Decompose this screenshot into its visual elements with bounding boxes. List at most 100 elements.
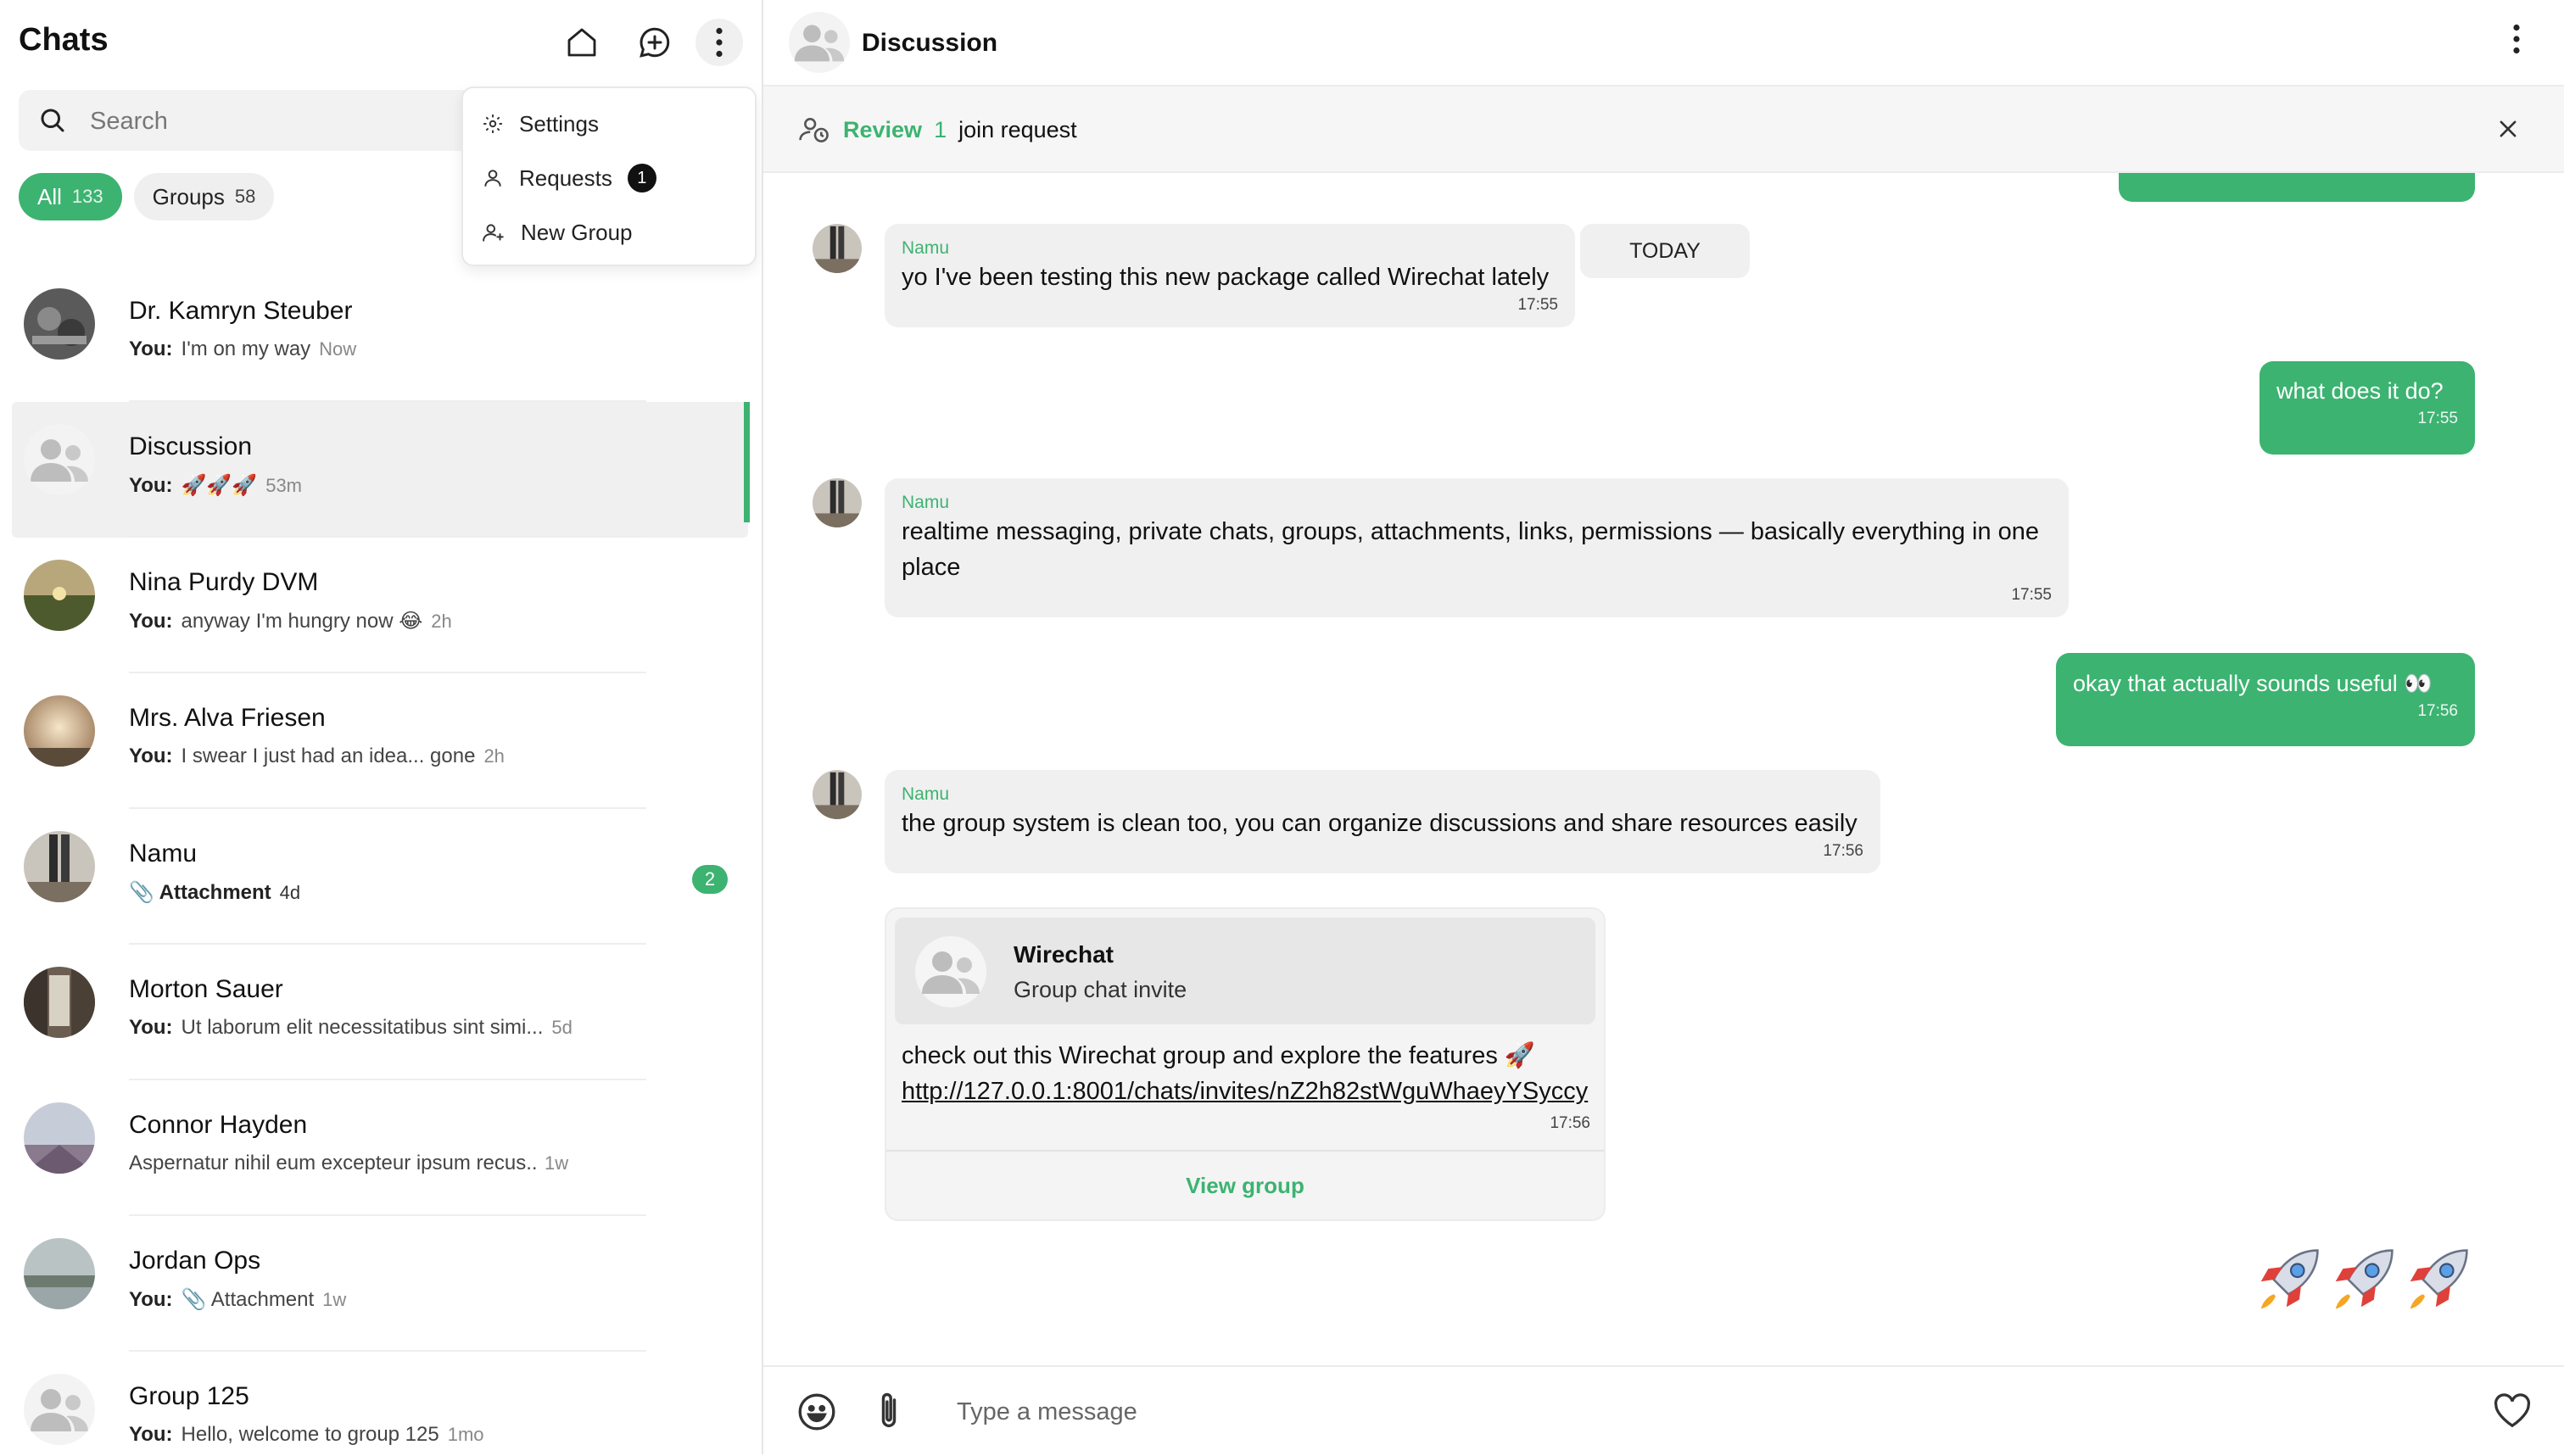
chat-item-connor-hayden[interactable]: Connor Hayden Aspernatur nihil eum excep… xyxy=(12,1080,748,1216)
chat-preview-line: You: 📎 Attachment 1w xyxy=(129,1287,604,1312)
smiley-icon xyxy=(798,1393,835,1431)
kebab-icon xyxy=(2513,24,2520,54)
chat-item-group-125[interactable]: Group 125 You: Hello, welcome to group 1… xyxy=(12,1352,748,1454)
chat-item-nina-purdy-dvm[interactable]: Nina Purdy DVM You: anyway I'm hungry no… xyxy=(12,538,748,673)
message-input[interactable] xyxy=(955,1387,2315,1436)
chat-time: 2h xyxy=(431,610,452,632)
you-label: You: xyxy=(129,1287,173,1311)
avatar xyxy=(24,1238,95,1309)
group-icon xyxy=(794,25,845,62)
message-text: yo I've been testing this new package ca… xyxy=(902,264,1550,291)
conversation-panel: Discussion Review 1 join request Namu yo… xyxy=(763,0,2564,1456)
menu-item-new-group[interactable]: New Group xyxy=(482,209,633,256)
chat-item-morton-sauer[interactable]: Morton Sauer You: Ut laborum elit necess… xyxy=(12,945,748,1080)
heart-icon xyxy=(2494,1393,2531,1428)
group-avatar[interactable] xyxy=(789,12,850,73)
you-label: You: xyxy=(129,745,173,767)
chat-time: 53m xyxy=(265,474,302,496)
group-icon xyxy=(31,439,88,482)
close-icon xyxy=(2500,120,2517,137)
chat-item-discussion[interactable]: Discussion You: 🚀🚀🚀 53m xyxy=(12,402,750,538)
group-avatar xyxy=(24,424,95,495)
message-time: 17:55 xyxy=(2417,410,2458,427)
sidebar-title: Chats xyxy=(19,22,109,58)
conversation-title[interactable]: Discussion xyxy=(862,29,997,58)
search-icon xyxy=(41,109,64,132)
message-bubble-outgoing xyxy=(2119,173,2475,202)
chat-list: Dr. Kamryn Steuber You: I'm on my way No… xyxy=(0,266,762,1454)
message-time: 17:56 xyxy=(1823,842,1863,860)
avatar xyxy=(24,288,95,360)
group-icon xyxy=(31,1389,88,1431)
chat-item-dr-kamryn-steuber[interactable]: Dr. Kamryn Steuber You: I'm on my way No… xyxy=(12,266,748,402)
chat-time: 5d xyxy=(551,1017,573,1038)
sender-name: Namu xyxy=(902,493,950,512)
chat-preview-line: You: anyway I'm hungry now 😂 2h xyxy=(129,609,604,633)
filter-all[interactable]: All 133 xyxy=(19,173,122,220)
avatar xyxy=(24,695,95,767)
home-button[interactable] xyxy=(558,19,606,66)
menu-item-requests[interactable]: Requests 1 xyxy=(482,154,656,202)
date-divider: TODAY xyxy=(1580,224,1750,278)
you-label: You: xyxy=(129,1423,173,1446)
message-bubble-incoming: Namu realtime messaging, private chats, … xyxy=(885,478,2069,617)
search-input[interactable] xyxy=(88,90,431,153)
new-chat-button[interactable] xyxy=(631,19,679,66)
message-thread: Namu yo I've been testing this new packa… xyxy=(763,173,2564,1364)
join-request-banner: Review 1 join request xyxy=(763,86,2564,173)
filter-groups-count: 58 xyxy=(234,186,256,207)
chat-preview-line: Aspernatur nihil eum excepteur ipsum rec… xyxy=(129,1152,604,1175)
chat-time: Now xyxy=(319,338,357,360)
menu-item-label: Requests xyxy=(519,165,612,191)
chat-name: Morton Sauer xyxy=(129,975,283,1003)
sender-avatar xyxy=(813,770,862,819)
invite-text: check out this Wirechat group and explor… xyxy=(902,1042,1536,1069)
user-clock-icon xyxy=(799,118,829,142)
chat-item-namu[interactable]: Namu 📎 Attachment 4d 2 xyxy=(12,809,748,945)
sender-avatar xyxy=(813,478,862,527)
attach-button[interactable] xyxy=(872,1389,906,1433)
home-icon xyxy=(567,28,596,57)
chat-preview-line: You: 🚀🚀🚀 53m xyxy=(129,473,604,498)
group-invite-card: Wirechat Group chat invite check out thi… xyxy=(885,907,1606,1221)
menu-item-settings[interactable]: Settings xyxy=(482,100,599,148)
chat-time: 1mo xyxy=(447,1424,484,1445)
group-avatar xyxy=(915,936,986,1007)
invite-message: check out this Wirechat group and explor… xyxy=(902,1038,1597,1109)
invite-link[interactable]: http://127.0.0.1:8001/chats/invites/nZ2h… xyxy=(902,1078,1588,1105)
chat-preview: Aspernatur nihil eum excepteur ipsum rec… xyxy=(129,1152,536,1174)
view-group-button[interactable]: View group xyxy=(886,1152,1604,1219)
message-time: 17:55 xyxy=(1517,296,1558,314)
filter-groups-label: Groups xyxy=(152,183,225,209)
close-banner-button[interactable] xyxy=(2493,114,2523,144)
more-options-button[interactable] xyxy=(695,19,743,66)
sender-name: Namu xyxy=(902,784,950,804)
chat-preview: I'm on my way xyxy=(181,338,311,360)
rocket-icon xyxy=(2410,1249,2468,1309)
requests-badge: 1 xyxy=(627,164,656,192)
invite-header: Wirechat Group chat invite xyxy=(895,918,1595,1024)
chat-item-mrs-alva-friesen[interactable]: Mrs. Alva Friesen You: I swear I just ha… xyxy=(12,673,748,809)
emoji-button[interactable] xyxy=(796,1391,838,1433)
chat-preview: 📎 Attachment xyxy=(181,1288,315,1311)
group-avatar xyxy=(24,1374,95,1445)
review-link[interactable]: Review xyxy=(843,117,922,143)
filter-groups[interactable]: Groups 58 xyxy=(133,173,275,220)
message-composer xyxy=(763,1365,2564,1456)
chat-name: Nina Purdy DVM xyxy=(129,568,319,596)
chat-preview: 🚀🚀🚀 xyxy=(181,474,258,497)
chat-time: 2h xyxy=(483,745,505,767)
chat-preview-line: You: Hello, welcome to group 125 1mo xyxy=(129,1423,604,1447)
you-label: You: xyxy=(129,473,173,497)
chat-time: 4d xyxy=(279,881,301,903)
message-bubble-incoming: Namu the group system is clean too, you … xyxy=(885,770,1880,873)
chat-preview-line: 📎 Attachment 4d xyxy=(129,880,604,905)
like-button[interactable] xyxy=(2493,1392,2532,1430)
paperclip-icon xyxy=(881,1392,897,1428)
message-text: okay that actually sounds useful 👀 xyxy=(2073,671,2433,696)
conversation-options-button[interactable] xyxy=(2498,20,2535,58)
chat-item-jordan-ops[interactable]: Jordan Ops You: 📎 Attachment 1w xyxy=(12,1216,748,1352)
message-bubble-outgoing: okay that actually sounds useful 👀 17:56 xyxy=(2056,653,2475,746)
message-text: the group system is clean too, you can o… xyxy=(902,810,1857,837)
chat-preview: Hello, welcome to group 125 xyxy=(181,1423,439,1446)
